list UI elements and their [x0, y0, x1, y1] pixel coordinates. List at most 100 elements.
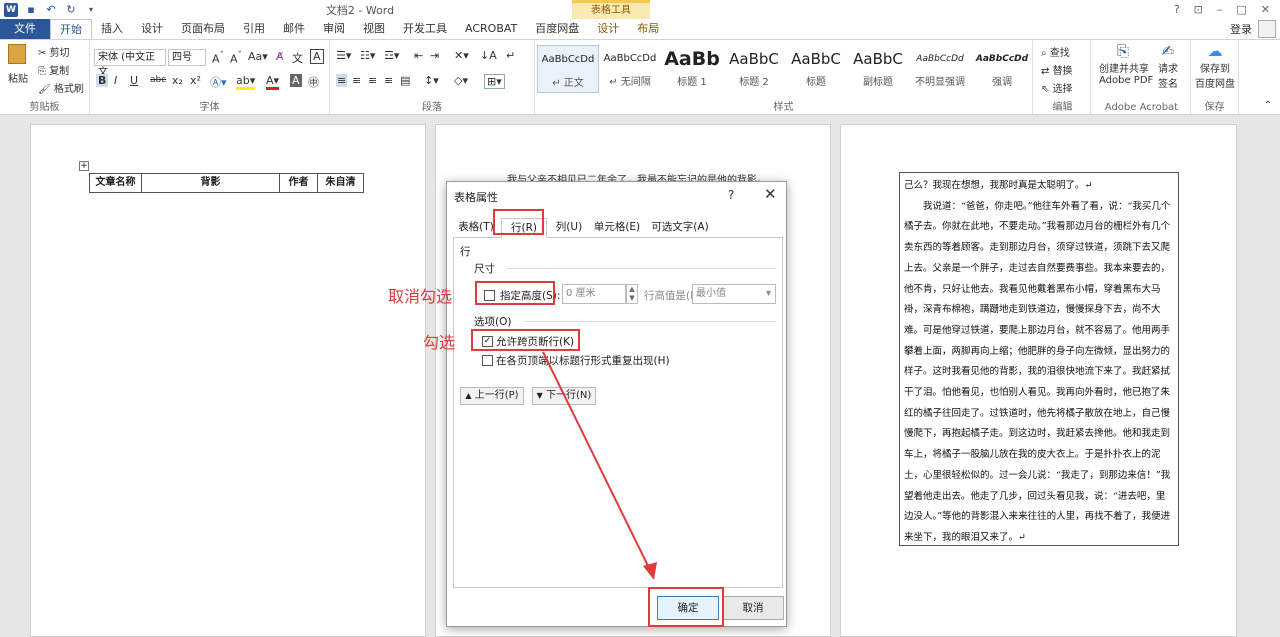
height-input[interactable]: 0 厘米 [562, 284, 626, 304]
help-icon[interactable]: ? [1174, 3, 1180, 16]
tab-table-design[interactable]: 设计 [588, 19, 628, 39]
borders-icon[interactable]: ⊞▾ [484, 74, 505, 89]
tab-view[interactable]: 视图 [354, 19, 394, 39]
row-height-select[interactable]: 最小值 ▾ [692, 284, 776, 304]
align-center-icon[interactable]: ≡ [352, 74, 361, 87]
tab-home[interactable]: 开始 [50, 19, 92, 39]
height-spinner-icon[interactable]: ▲ ▼ [626, 284, 638, 304]
maximize-icon[interactable]: □ [1236, 3, 1246, 16]
save-icon[interactable]: ▪ [24, 3, 38, 17]
table-cell[interactable]: 作者 [280, 174, 318, 192]
create-share-pdf-button[interactable]: ⎘ 创建并共享 Adobe PDF [1099, 42, 1153, 86]
customize-qat-icon[interactable]: ▾ [84, 3, 98, 17]
avatar[interactable] [1258, 20, 1276, 38]
style-heading-2[interactable]: AaBbC 标题 2 [723, 45, 785, 93]
style-heading-1[interactable]: AaBb 标题 1 [661, 45, 723, 93]
ribbon-display-icon[interactable]: ⊡ [1194, 3, 1203, 16]
collapse-ribbon-icon[interactable]: ⌃ [1264, 100, 1272, 111]
tab-table[interactable]: 表格(T) [455, 218, 497, 238]
asian-layout-icon[interactable]: ✕▾ [454, 49, 469, 62]
char-border-icon[interactable]: A [310, 49, 324, 64]
minimize-icon[interactable]: – [1217, 3, 1223, 16]
repeat-header-checkbox[interactable] [482, 355, 493, 366]
change-case-icon[interactable]: Aa▾ [248, 50, 268, 63]
tab-cell[interactable]: 单元格(E) [589, 218, 645, 238]
align-right-icon[interactable]: ≡ [368, 74, 377, 87]
tab-file[interactable]: 文件 [0, 19, 50, 39]
bold-icon[interactable]: B [96, 74, 109, 87]
multilevel-list-icon[interactable]: ☲▾ [384, 49, 399, 62]
line-spacing-icon[interactable]: ↕▾ [424, 74, 439, 87]
login-link[interactable]: 登录 [1230, 21, 1252, 37]
align-left-icon[interactable]: ≡ [336, 74, 348, 87]
next-row-button[interactable]: ▼ 下一行(N) [532, 387, 596, 405]
copy-button[interactable]: ⎘ 复制 [38, 62, 69, 77]
undo-icon[interactable]: ↶ [44, 3, 58, 17]
enclose-char-icon[interactable]: ㊥ [308, 74, 319, 90]
justify-icon[interactable]: ≡ [384, 74, 393, 87]
table-cell[interactable]: 背影 [142, 174, 280, 192]
font-size-box[interactable]: 四号 [168, 49, 206, 66]
tab-references[interactable]: 引用 [234, 19, 274, 39]
font-color-icon[interactable]: A▾ [266, 74, 280, 90]
cut-button[interactable]: ✂ 剪切 [38, 44, 70, 59]
style-subtle-emphasis[interactable]: AaBbCcDd 不明显强调 [909, 45, 971, 93]
show-marks-icon[interactable]: ↵ [506, 49, 515, 62]
table-cell[interactable]: 文章名称 [90, 174, 142, 192]
style-title[interactable]: AaBbC 标题 [785, 45, 847, 93]
highlight-icon[interactable]: ab▾ [236, 74, 256, 90]
close-icon[interactable]: ✕ [1261, 3, 1270, 16]
decrease-indent-icon[interactable]: ⇤ [414, 49, 423, 62]
replace-button[interactable]: ⇄ 替换 [1041, 62, 1073, 77]
tab-page-layout[interactable]: 页面布局 [172, 19, 234, 39]
font-name-box[interactable]: 宋体 (中文正文 [94, 49, 166, 78]
paste-button[interactable]: 粘贴 [8, 70, 28, 85]
sort-icon[interactable]: ↓A [480, 49, 497, 62]
italic-icon[interactable]: I [114, 74, 117, 87]
style-no-spacing[interactable]: AaBbCcDd ↵ 无间隔 [599, 45, 661, 93]
tab-baidu[interactable]: 百度网盘 [526, 19, 588, 39]
request-signature-button[interactable]: ✍ 请求 签名 [1153, 42, 1183, 90]
underline-icon[interactable]: U [130, 74, 138, 87]
superscript-icon[interactable]: x² [190, 74, 201, 87]
style-subtitle[interactable]: AaBbC 副标题 [847, 45, 909, 93]
text-effects-icon[interactable]: Ⓐ▾ [210, 74, 227, 90]
clear-format-icon[interactable]: A̸ [276, 50, 284, 63]
bullets-icon[interactable]: ☰▾ [336, 49, 351, 62]
style-emphasis[interactable]: AaBbCcDd 强调 [971, 45, 1033, 93]
select-button[interactable]: ⇖ 选择 [1041, 80, 1073, 95]
tab-developer[interactable]: 开发工具 [394, 19, 456, 39]
left-page-table[interactable]: 文章名称 背影 作者 朱自清 [89, 173, 364, 193]
tab-table-layout[interactable]: 布局 [628, 19, 668, 39]
tab-review[interactable]: 审阅 [314, 19, 354, 39]
paste-icon[interactable] [8, 44, 26, 64]
right-page-table-cell[interactable]: 己么？我现在想想，我那时真是太聪明了。↵ 我说道：“爸爸，你走吧。”他往车外看了… [899, 172, 1179, 546]
save-to-baidu-button[interactable]: ☁ 保存到 百度网盘 [1193, 42, 1237, 90]
cancel-button[interactable]: 取消 [722, 596, 784, 620]
page-1[interactable] [30, 124, 426, 637]
tab-column[interactable]: 列(U) [549, 218, 589, 238]
distributed-icon[interactable]: ▤ [400, 74, 410, 87]
prev-row-button[interactable]: ▲ 上一行(P) [460, 387, 524, 405]
find-button[interactable]: ⌕ 查找 [1041, 44, 1070, 59]
grow-font-icon[interactable]: Aˆ [212, 50, 224, 66]
format-painter-button[interactable]: 🖌 格式刷 [38, 80, 84, 95]
help-icon[interactable]: ? [728, 188, 734, 202]
style-normal[interactable]: AaBbCcDd ↵ 正文 [537, 45, 599, 93]
increase-indent-icon[interactable]: ⇥ [430, 49, 439, 62]
char-shading-icon[interactable]: A [290, 74, 302, 87]
dialog-close-icon[interactable]: ✕ [764, 185, 777, 203]
tab-insert[interactable]: 插入 [92, 19, 132, 39]
numbering-icon[interactable]: ☷▾ [360, 49, 375, 62]
tab-alt-text[interactable]: 可选文字(A) [647, 218, 713, 238]
tab-design[interactable]: 设计 [132, 19, 172, 39]
redo-icon[interactable]: ↻ [64, 3, 78, 17]
table-cell[interactable]: 朱自清 [318, 174, 363, 192]
table-move-handle-icon[interactable]: + [79, 161, 89, 171]
tab-mailings[interactable]: 邮件 [274, 19, 314, 39]
subscript-icon[interactable]: x₂ [172, 74, 183, 87]
shading-icon[interactable]: ◇▾ [454, 74, 468, 87]
strikethrough-icon[interactable]: abc [150, 75, 166, 85]
phonetic-icon[interactable]: 文 [292, 50, 303, 66]
shrink-font-icon[interactable]: Aˇ [230, 50, 242, 66]
